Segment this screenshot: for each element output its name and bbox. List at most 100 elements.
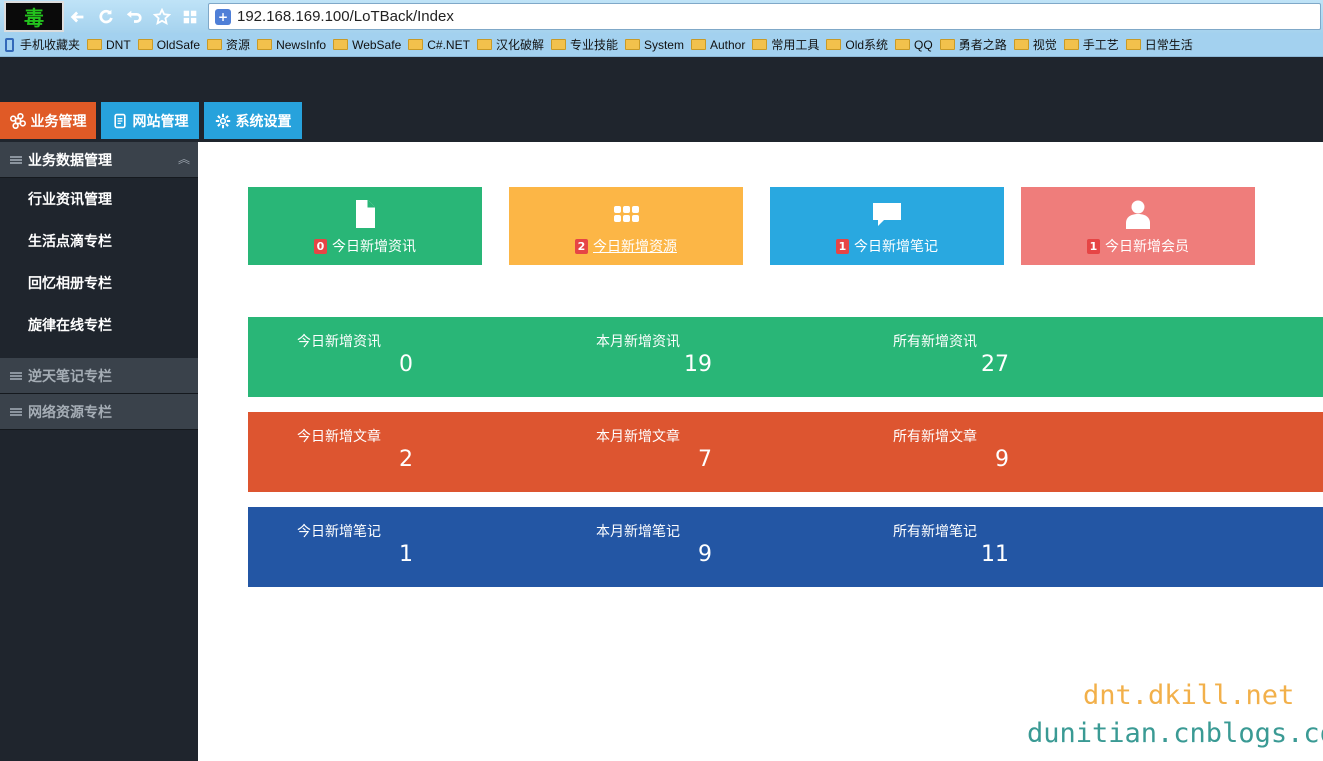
folder-icon [476,39,492,50]
bookmark-folder[interactable]: 视觉 [1013,36,1057,53]
folder-icon [207,39,223,50]
refresh-icon [99,9,113,23]
document-icon [113,113,126,128]
main-content: 0 今日新增资讯 2 今日新增资源 1 今日新增笔记 1 今日新增会员 今日新增资讯 0 … [198,142,1323,761]
folder-icon [690,39,706,50]
count-badge: 0 [314,238,327,254]
tile-label[interactable]: 今日新增资源 [593,236,677,256]
folder-icon [752,39,768,50]
favorite-button[interactable] [148,3,176,31]
stat-today: 今日新增文章 2 [297,429,413,472]
bookmark-mobile[interactable]: 手机收藏夹 [5,36,80,53]
stats-row-notes: 今日新增笔记 1 本月新增笔记 9 所有新增笔记 11 [248,507,1323,587]
stat-month: 本月新增资讯 19 [596,334,712,377]
folder-icon [1063,39,1079,50]
tile-today-members[interactable]: 1 今日新增会员 [1021,187,1255,265]
tile-label: 今日新增资讯 [332,239,416,255]
count-badge: 1 [1087,238,1100,254]
tab-business-management[interactable]: 业务管理 [0,102,96,139]
bookmark-folder[interactable]: 资源 [207,36,250,53]
bookmark-folder[interactable]: 常用工具 [752,36,819,53]
watermark-blog: dunitian.cnblogs.com [1027,718,1323,749]
bookmark-folder[interactable]: 专业技能 [550,36,618,53]
sidebar-item-industry-news[interactable]: 行业资讯管理 [0,178,198,220]
folder-icon [550,39,566,50]
folder-icon [1125,39,1141,50]
sidebar-group-resources[interactable]: 网络资源专栏 [0,394,198,430]
bookmark-folder[interactable]: NewsInfo [257,38,326,52]
star-icon [153,7,171,25]
folder-icon [333,39,349,50]
logo-text: 毒 [24,6,44,30]
url-text: 192.168.169.100/LoTBack/Index [237,8,454,25]
user-icon [1126,200,1150,229]
bookmark-folder[interactable]: Author [690,38,745,52]
sidebar-item-album-column[interactable]: 回忆相册专栏 [0,262,198,304]
sidebar-item-melody-column[interactable]: 旋律在线专栏 [0,304,198,346]
menu-icon [10,155,22,164]
bookmark-folder[interactable]: WebSafe [333,38,401,52]
command-icon [9,112,26,129]
folder-icon [408,39,424,50]
page-icon: + [215,8,231,25]
stats-row-articles: 今日新增文章 2 本月新增文章 7 所有新增文章 9 [248,412,1323,492]
folder-icon [87,39,103,50]
stat-total: 所有新增资讯 27 [893,334,1009,377]
undo-icon [126,10,142,23]
sidebar-item-life-column[interactable]: 生活点滴专栏 [0,220,198,262]
folder-icon [137,39,153,50]
apps-grid-icon [183,10,197,23]
sidebar-group-notes[interactable]: 逆天笔记专栏 [0,358,198,394]
app-header: 业务管理 网站管理 系统设置 [0,57,1323,142]
bookmark-folder[interactable]: 日常生活 [1125,36,1193,53]
watermark-domain: dnt.dkill.net [1083,680,1295,711]
browser-toolbar: 毒 + 192.168.169.100/LoTBack/Index [0,0,1323,33]
chevron-up-icon: ︽ [177,152,190,166]
file-icon [356,200,375,228]
tile-today-news[interactable]: 0 今日新增资讯 [248,187,482,265]
tab-system-settings[interactable]: 系统设置 [204,102,302,139]
stats-row-news: 今日新增资讯 0 本月新增资讯 19 所有新增资讯 27 [248,317,1323,397]
folder-icon [939,39,955,50]
tile-today-notes[interactable]: 1 今日新增笔记 [770,187,1004,265]
bookmark-folder[interactable]: QQ [895,38,933,52]
tile-label: 今日新增会员 [1105,239,1189,255]
bookmark-folder[interactable]: C#.NET [408,38,470,52]
count-badge: 2 [575,238,588,254]
apps-button[interactable] [176,3,204,31]
menu-icon [10,371,22,380]
comment-icon [873,203,901,226]
browser-logo[interactable]: 毒 [4,1,64,32]
tab-website-management[interactable]: 网站管理 [101,102,199,139]
folder-icon [895,39,911,50]
stat-today: 今日新增笔记 1 [297,524,413,567]
bookmark-folder[interactable]: System [624,38,684,52]
bookmark-folder[interactable]: 手工艺 [1063,36,1119,53]
stat-month: 本月新增笔记 9 [596,524,712,567]
phone-icon [5,37,14,52]
stat-total: 所有新增笔记 11 [893,524,1009,567]
sidebar-group-business-data[interactable]: 业务数据管理 ︽ [0,142,198,178]
bookmark-folder[interactable]: DNT [87,38,131,52]
undo-button[interactable] [120,3,148,31]
back-button[interactable] [64,3,92,31]
tile-label: 今日新增笔记 [854,239,938,255]
bookmark-folder[interactable]: Old系统 [826,36,888,53]
gear-icon [215,113,230,128]
refresh-button[interactable] [92,3,120,31]
stat-month: 本月新增文章 7 [596,429,712,472]
stat-today: 今日新增资讯 0 [297,334,413,377]
address-bar[interactable]: + 192.168.169.100/LoTBack/Index [208,3,1321,30]
folder-icon [624,39,640,50]
folder-icon [1013,39,1029,50]
bookmark-folder[interactable]: OldSafe [137,38,200,52]
grid-icon [614,206,639,222]
stat-total: 所有新增文章 9 [893,429,1009,472]
sidebar: 业务数据管理 ︽ 行业资讯管理 生活点滴专栏 回忆相册专栏 旋律在线专栏 逆天笔… [0,142,198,761]
tile-today-resources[interactable]: 2 今日新增资源 [509,187,743,265]
arrow-left-icon [70,11,84,22]
bookmark-folder[interactable]: 汉化破解 [476,36,544,53]
bookmark-folder[interactable]: 勇者之路 [939,36,1007,53]
folder-icon [826,39,842,50]
